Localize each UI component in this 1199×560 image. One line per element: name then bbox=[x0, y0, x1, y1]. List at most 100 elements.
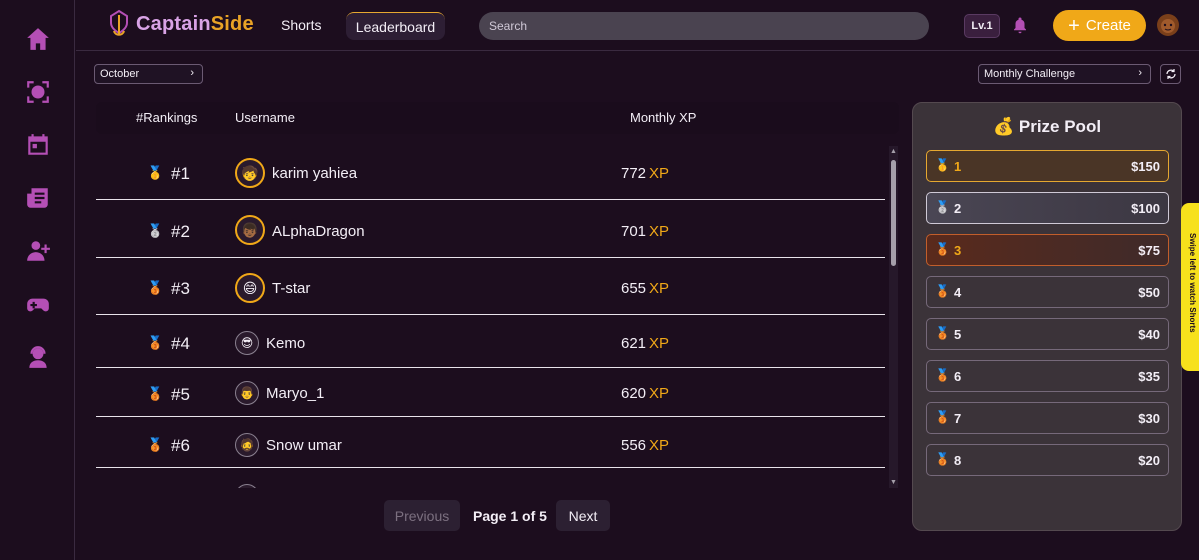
brand-logo[interactable]: CaptainSide bbox=[108, 9, 254, 39]
month-select-value: October bbox=[100, 68, 140, 80]
calendar-icon[interactable] bbox=[24, 131, 52, 159]
prize-pool-panel: 💰 Prize Pool 🥇 1 $150 🥈 2 $100 🥉 3 $75 🥉… bbox=[912, 102, 1182, 531]
prize-amount: $35 bbox=[1138, 369, 1160, 384]
prize-amount: $40 bbox=[1138, 327, 1160, 342]
prize-rank: 6 bbox=[954, 369, 962, 384]
search-input[interactable] bbox=[479, 12, 929, 40]
challenge-select[interactable]: Monthly Challenge › bbox=[978, 64, 1151, 84]
xp-unit: XP bbox=[649, 280, 670, 297]
header-username: Username bbox=[235, 110, 295, 125]
prize-amount: $75 bbox=[1138, 243, 1160, 258]
xp-value: 620 XP bbox=[621, 385, 669, 402]
silver-medal-icon: 🥈 bbox=[147, 223, 164, 238]
plus-icon: + bbox=[1068, 14, 1080, 37]
prize-rank: 4 bbox=[954, 285, 962, 300]
table-row[interactable]: 🥇 #1 🧒 karim yahiea 772 XP bbox=[96, 146, 885, 200]
xp-unit: XP bbox=[649, 437, 670, 454]
table-row[interactable]: 🥈 #2 👦🏾 ALphaDragon 701 XP bbox=[96, 200, 885, 258]
prize-amount: $30 bbox=[1138, 411, 1160, 426]
gold-medal-icon: 🥇 bbox=[147, 165, 164, 180]
rank-number: #5 bbox=[171, 385, 190, 404]
medal-icon: 🥉 bbox=[935, 284, 950, 298]
table-row[interactable]: 🥉 #5 👨 Maryo_1 620 XP bbox=[96, 368, 885, 417]
username: ALphaDragon bbox=[272, 223, 365, 240]
leaderboard-header: #Rankings Username Monthly XP bbox=[96, 102, 899, 134]
prize-row: 🥉 6 $35 bbox=[926, 360, 1169, 392]
header-monthly-xp: Monthly XP bbox=[630, 110, 697, 125]
user-avatar: 👨 bbox=[235, 381, 259, 405]
user-avatar: 😎 bbox=[235, 331, 259, 355]
explore-icon[interactable] bbox=[24, 78, 52, 106]
news-icon[interactable] bbox=[24, 184, 52, 212]
top-bar: CaptainSide Shorts Leaderboard Lv.1 + Cr… bbox=[76, 0, 1199, 51]
home-icon[interactable] bbox=[24, 25, 52, 53]
user-avatar: 🧔 bbox=[235, 433, 259, 457]
brand-name-part1: Captain bbox=[136, 12, 211, 35]
challenge-select-value: Monthly Challenge bbox=[984, 68, 1076, 80]
bell-icon[interactable] bbox=[1011, 16, 1029, 34]
rank-number: #2 bbox=[171, 222, 190, 241]
games-icon[interactable] bbox=[24, 290, 52, 318]
nav-shorts[interactable]: Shorts bbox=[281, 17, 321, 33]
prize-row: 🥉 7 $30 bbox=[926, 402, 1169, 434]
xp-unit: XP bbox=[649, 223, 670, 240]
user-avatar[interactable] bbox=[1156, 13, 1180, 37]
table-row[interactable] bbox=[96, 468, 885, 488]
rank-number: #6 bbox=[171, 436, 190, 455]
table-row[interactable]: 🥉 #3 😄 T-star 655 XP bbox=[96, 258, 885, 315]
leaderboard-list: 🥇 #1 🧒 karim yahiea 772 XP 🥈 #2 👦🏾 ALphaD… bbox=[96, 146, 886, 488]
xp-value: 701 XP bbox=[621, 223, 669, 240]
user-avatar bbox=[235, 484, 259, 488]
table-row[interactable]: 🥉 #4 😎 Kemo 621 XP bbox=[96, 315, 885, 368]
xp-value: 655 XP bbox=[621, 280, 669, 297]
refresh-icon bbox=[1165, 69, 1176, 79]
xp-number: 655 bbox=[621, 280, 647, 297]
create-label: Create bbox=[1085, 17, 1131, 34]
xp-number: 701 bbox=[621, 223, 647, 240]
xp-value: 621 XP bbox=[621, 335, 669, 352]
prize-amount: $20 bbox=[1138, 453, 1160, 468]
scrollbar-thumb[interactable] bbox=[891, 160, 896, 266]
table-row[interactable]: 🥉 #6 🧔 Snow umar 556 XP bbox=[96, 417, 885, 468]
month-select[interactable]: October › bbox=[94, 64, 203, 84]
next-button[interactable]: Next bbox=[556, 500, 610, 531]
brand-name: CaptainSide bbox=[136, 13, 254, 36]
sidebar bbox=[0, 0, 75, 560]
prize-row: 🥉 4 $50 bbox=[926, 276, 1169, 308]
scroll-up-icon[interactable]: ▲ bbox=[889, 148, 898, 155]
chevron-right-icon: › bbox=[190, 67, 194, 79]
prize-rank: 3 bbox=[954, 243, 962, 258]
prize-rank: 2 bbox=[954, 201, 962, 216]
xp-value: 772 XP bbox=[621, 165, 669, 182]
medal-icon: 🥉 bbox=[935, 326, 950, 340]
xp-unit: XP bbox=[649, 335, 670, 352]
xp-unit: XP bbox=[649, 165, 670, 182]
list-scrollbar[interactable]: ▲ ▼ bbox=[889, 146, 898, 488]
captain-logo-icon bbox=[108, 9, 130, 39]
medal-icon: 🥉 bbox=[147, 335, 164, 350]
prize-amount: $150 bbox=[1131, 159, 1160, 174]
money-bag-icon: 💰 bbox=[992, 117, 1015, 136]
chevron-right-icon: › bbox=[1138, 67, 1142, 79]
level-badge: Lv.1 bbox=[964, 14, 1000, 38]
previous-button[interactable]: Previous bbox=[384, 500, 460, 531]
prize-row: 🥈 2 $100 bbox=[926, 192, 1169, 224]
refresh-button[interactable] bbox=[1160, 64, 1181, 84]
prize-row: 🥉 3 $75 bbox=[926, 234, 1169, 266]
prize-row: 🥉 5 $40 bbox=[926, 318, 1169, 350]
user-avatar: 👦🏾 bbox=[235, 215, 265, 245]
support-icon[interactable] bbox=[24, 343, 52, 371]
header-rankings: #Rankings bbox=[136, 110, 198, 125]
silver-medal-icon: 🥈 bbox=[935, 200, 950, 214]
rank-number: #4 bbox=[171, 334, 190, 353]
medal-icon: 🥉 bbox=[935, 410, 950, 424]
username: T-star bbox=[272, 280, 311, 297]
nav-leaderboard[interactable]: Leaderboard bbox=[346, 12, 445, 40]
create-button[interactable]: + Create bbox=[1053, 10, 1146, 41]
prize-rank: 5 bbox=[954, 327, 962, 342]
add-friend-icon[interactable] bbox=[24, 237, 52, 265]
prize-pool-title: 💰 Prize Pool bbox=[913, 117, 1181, 137]
scroll-down-icon[interactable]: ▼ bbox=[889, 479, 898, 486]
xp-number: 621 bbox=[621, 335, 647, 352]
prize-rank: 1 bbox=[954, 159, 962, 174]
